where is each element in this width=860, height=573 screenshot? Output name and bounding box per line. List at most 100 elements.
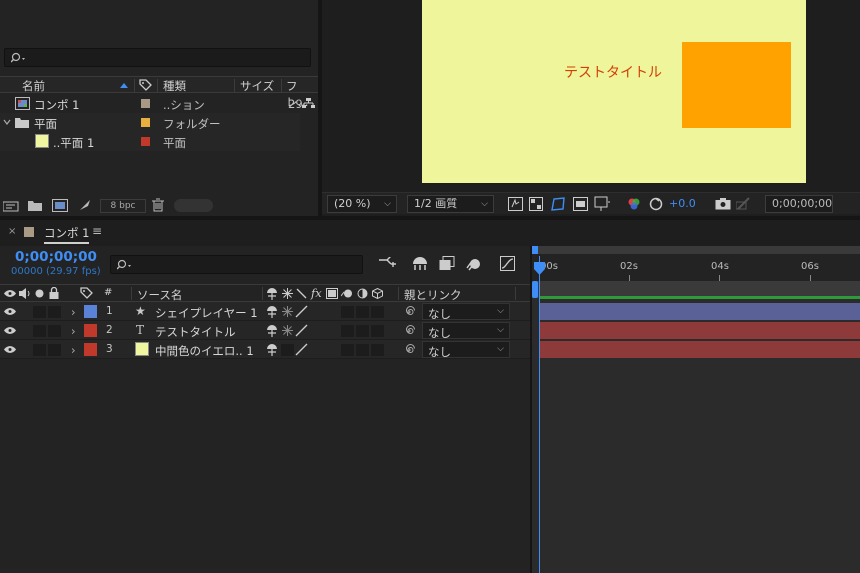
exposure-value[interactable]: +0.0 xyxy=(669,197,696,210)
layer-label-color[interactable] xyxy=(84,305,97,318)
solo-toggle[interactable] xyxy=(33,325,46,337)
shape-layer-preview[interactable] xyxy=(682,42,791,128)
tab-comp[interactable]: コンポ 1 xyxy=(44,225,90,244)
label-swatch[interactable] xyxy=(141,137,150,146)
layer-search-input[interactable] xyxy=(110,255,363,274)
solo-icon[interactable] xyxy=(35,289,44,298)
layer-row-3[interactable]: › 3 中間色のイエロ.. 1 なし ⌵ xyxy=(0,340,530,359)
collapse-toggle-icon[interactable] xyxy=(282,325,293,336)
column-source-name[interactable]: ソース名 xyxy=(137,287,182,303)
project-search-input[interactable] xyxy=(4,48,311,67)
shy-icon[interactable] xyxy=(266,288,278,300)
shy-toggle-icon[interactable] xyxy=(266,306,278,318)
composition-canvas[interactable]: テストタイトル xyxy=(422,0,806,183)
collapse-transform-icon[interactable] xyxy=(282,288,293,299)
quality-icon[interactable] xyxy=(296,288,307,299)
adjustment-layer-icon[interactable] xyxy=(357,288,368,299)
shy-toggle-icon[interactable] xyxy=(266,344,278,356)
project-item-solid[interactable]: ..平面 1 平面 xyxy=(0,132,300,151)
lock-toggle[interactable] xyxy=(48,325,61,337)
layer-name[interactable]: シェイプレイヤー 1 xyxy=(155,305,258,321)
motion-blur-icon[interactable] xyxy=(466,256,482,272)
parent-dropdown[interactable]: なし ⌵ xyxy=(422,303,510,321)
trash-icon[interactable] xyxy=(152,198,164,212)
layer-bar-3[interactable] xyxy=(540,341,860,358)
column-size[interactable]: サイズ xyxy=(240,78,274,94)
tab-menu-icon[interactable]: ≡ xyxy=(92,224,102,238)
collapse-toggle-icon[interactable] xyxy=(282,306,293,317)
layer-row-1[interactable]: › 1 ★ シェイプレイヤー 1 なし ⌵ xyxy=(0,302,530,321)
chevron-down-icon[interactable] xyxy=(3,119,11,126)
shy-toggle-icon[interactable] xyxy=(266,325,278,337)
label-tag-icon[interactable] xyxy=(80,287,94,299)
pen-feather-icon[interactable] xyxy=(78,198,92,212)
lock-icon[interactable] xyxy=(49,287,59,299)
frame-blending-icon[interactable] xyxy=(439,256,455,272)
text-layer-preview[interactable]: テストタイトル xyxy=(564,62,662,82)
comp-flowchart-icon[interactable] xyxy=(379,257,397,271)
lock-toggle[interactable] xyxy=(48,344,61,356)
project-item-folder[interactable]: 平面 フォルダー xyxy=(0,113,300,132)
viewer-timecode[interactable]: 0;00;00;00 xyxy=(765,195,833,213)
pickwhip-icon[interactable] xyxy=(403,344,415,356)
expand-arrow-icon[interactable]: › xyxy=(71,324,76,338)
color-channel-icon[interactable] xyxy=(627,197,641,211)
layer-name[interactable]: 中間色のイエロ.. 1 xyxy=(155,343,254,359)
flowchart-icon[interactable] xyxy=(302,98,315,109)
region-of-interest-icon[interactable] xyxy=(573,197,588,211)
lock-toggle[interactable] xyxy=(48,306,61,318)
time-ruler[interactable]: 00s 02s 04s 06s xyxy=(532,254,860,281)
expand-arrow-icon[interactable]: › xyxy=(71,305,76,319)
playhead-handle-icon[interactable] xyxy=(534,262,546,276)
layer-label-color[interactable] xyxy=(84,343,97,356)
expand-arrow-icon[interactable]: › xyxy=(71,343,76,357)
interpret-footage-icon[interactable] xyxy=(3,200,19,212)
close-tab-icon[interactable]: × xyxy=(8,226,16,237)
eye-icon[interactable] xyxy=(4,326,16,335)
3d-layer-icon[interactable] xyxy=(372,288,383,299)
label-swatch[interactable] xyxy=(141,99,150,108)
new-folder-icon[interactable] xyxy=(28,200,42,211)
effects-icon[interactable]: fx xyxy=(311,286,322,300)
quality-toggle-icon[interactable] xyxy=(295,305,308,318)
label-tag-icon[interactable] xyxy=(139,79,153,91)
current-timecode[interactable]: 0;00;00;00 xyxy=(15,249,97,265)
transparency-grid-icon[interactable] xyxy=(529,197,543,211)
grid-guides-icon[interactable] xyxy=(594,196,611,212)
column-parent[interactable]: 親とリンク xyxy=(404,287,462,303)
parent-dropdown[interactable]: なし ⌵ xyxy=(422,322,510,340)
layer-bar-2[interactable] xyxy=(540,322,860,339)
pickwhip-icon[interactable] xyxy=(403,325,415,337)
sort-ascending-icon[interactable] xyxy=(119,82,129,89)
resolution-dropdown[interactable]: 1/2 画質 ⌵ xyxy=(407,195,494,213)
layer-bar-1[interactable] xyxy=(540,303,860,320)
solo-toggle[interactable] xyxy=(33,344,46,356)
layer-label-color[interactable] xyxy=(84,324,97,337)
bit-depth-button[interactable]: 8 bpc xyxy=(100,199,146,213)
fast-preview-icon[interactable] xyxy=(508,197,523,211)
quality-toggle-icon[interactable] xyxy=(295,324,308,337)
pickwhip-icon[interactable] xyxy=(403,306,415,318)
frame-blend-column-icon[interactable] xyxy=(326,288,338,299)
layer-row-2[interactable]: › 2 T テストタイトル なし ⌵ xyxy=(0,321,530,340)
parent-dropdown[interactable]: なし ⌵ xyxy=(422,341,510,359)
mask-visibility-icon[interactable] xyxy=(550,196,566,212)
new-composition-icon[interactable] xyxy=(52,199,68,212)
work-area-start-handle[interactable] xyxy=(532,281,538,298)
eye-icon[interactable] xyxy=(4,307,16,316)
navigator-start-handle[interactable] xyxy=(532,246,538,254)
quality-toggle-icon[interactable] xyxy=(295,343,308,356)
graph-editor-icon[interactable] xyxy=(500,256,516,272)
audio-icon[interactable] xyxy=(19,288,31,299)
show-snapshot-icon[interactable] xyxy=(736,197,751,211)
time-navigator[interactable] xyxy=(532,246,860,254)
eye-icon[interactable] xyxy=(4,345,16,354)
snapshot-camera-icon[interactable] xyxy=(715,197,731,210)
video-visibility-icon[interactable] xyxy=(4,289,16,298)
thumbnail-slider[interactable] xyxy=(174,199,213,212)
project-item-comp[interactable]: コンポ 1 ..ション 29 xyxy=(0,94,315,113)
column-number[interactable]: # xyxy=(104,287,112,298)
draft-3d-icon[interactable] xyxy=(412,256,429,271)
label-swatch[interactable] xyxy=(141,118,150,127)
column-type[interactable]: 種類 xyxy=(163,78,186,94)
